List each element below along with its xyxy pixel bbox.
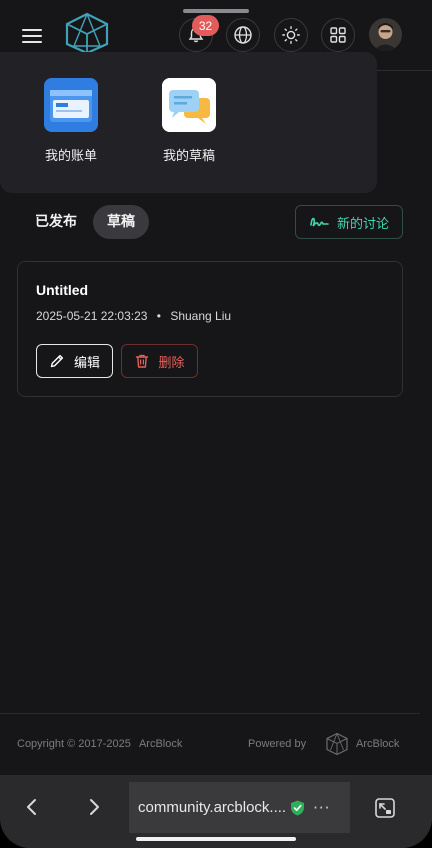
arcblock-logo[interactable] (64, 12, 110, 54)
draft-title[interactable]: Untitled (36, 282, 88, 298)
language-button[interactable] (226, 18, 260, 52)
draft-icon (162, 78, 216, 132)
url-text[interactable]: community.arcblock.... (138, 799, 286, 816)
app-label-drafts: 我的草稿 (162, 149, 215, 164)
more-options-icon[interactable]: ··· (313, 799, 330, 817)
arcblock-brand-text[interactable]: ArcBlock (356, 738, 399, 750)
theme-toggle-button[interactable] (274, 18, 308, 52)
draft-card[interactable]: Untitled 2025-05-21 22:03:23 • Shuang Li… (17, 261, 403, 397)
grid-icon (330, 27, 346, 43)
copyright-text: Copyright © 2017-2025 ArcBlock (17, 738, 182, 750)
trash-icon (136, 354, 149, 368)
app-tile-bills[interactable]: 我的账单 (31, 78, 111, 164)
forward-arrow-icon[interactable] (82, 795, 106, 819)
app-label-bills: 我的账单 (44, 149, 97, 164)
tab-published[interactable]: 已发布 (35, 205, 77, 239)
phone-screen: 32 我的账单 我的草稿 已发布 草稿 新的讨论 Untitled 2025-0… (0, 0, 432, 848)
meta-separator: • (156, 309, 161, 323)
copyright-years: Copyright © 2017-2025 (17, 738, 131, 750)
draft-author[interactable]: Shuang Liu (170, 309, 231, 323)
draft-meta: 2025-05-21 22:03:23 • Shuang Liu (36, 309, 231, 323)
discussion-tabs: 已发布 草稿 新的讨论 (0, 205, 432, 239)
hamburger-menu-button[interactable] (20, 26, 44, 46)
edit-label: 编辑 (73, 355, 100, 371)
delete-button[interactable]: 删除 (121, 344, 198, 378)
pencil-icon (50, 354, 64, 368)
notification-count-badge: 32 (192, 15, 219, 36)
draft-date: 2025-05-21 22:03:23 (36, 309, 148, 323)
app-tile-drafts[interactable]: 我的草稿 (149, 78, 229, 164)
page-footer: Copyright © 2017-2025 ArcBlock Powered b… (0, 713, 420, 775)
globe-icon (234, 26, 252, 44)
new-discussion-button[interactable]: 新的讨论 (295, 205, 403, 239)
sun-icon (282, 26, 300, 44)
tab-drafts[interactable]: 草稿 (93, 205, 149, 239)
tab-switcher-icon[interactable] (374, 797, 396, 819)
header-divider (376, 70, 432, 71)
delete-label: 删除 (158, 355, 185, 371)
new-discussion-label: 新的讨论 (336, 216, 389, 232)
user-avatar[interactable] (369, 18, 402, 51)
powered-by-text: Powered by (248, 738, 307, 750)
edit-button[interactable]: 编辑 (36, 344, 113, 378)
apps-grid-button[interactable] (321, 18, 355, 52)
apps-dropdown-panel: 我的账单 我的草稿 (0, 52, 377, 193)
back-arrow-icon[interactable] (20, 795, 44, 819)
browser-toolbar: community.arcblock.... ··· (0, 775, 432, 848)
avatar-image (369, 18, 402, 51)
address-bar[interactable]: community.arcblock.... ··· (129, 782, 350, 833)
arcblock-footer-logo[interactable] (325, 732, 349, 756)
signature-icon (310, 217, 329, 227)
bill-icon (44, 78, 98, 132)
secure-shield-icon (291, 800, 305, 815)
copyright-company[interactable]: ArcBlock (139, 738, 182, 750)
home-indicator[interactable] (136, 837, 296, 841)
